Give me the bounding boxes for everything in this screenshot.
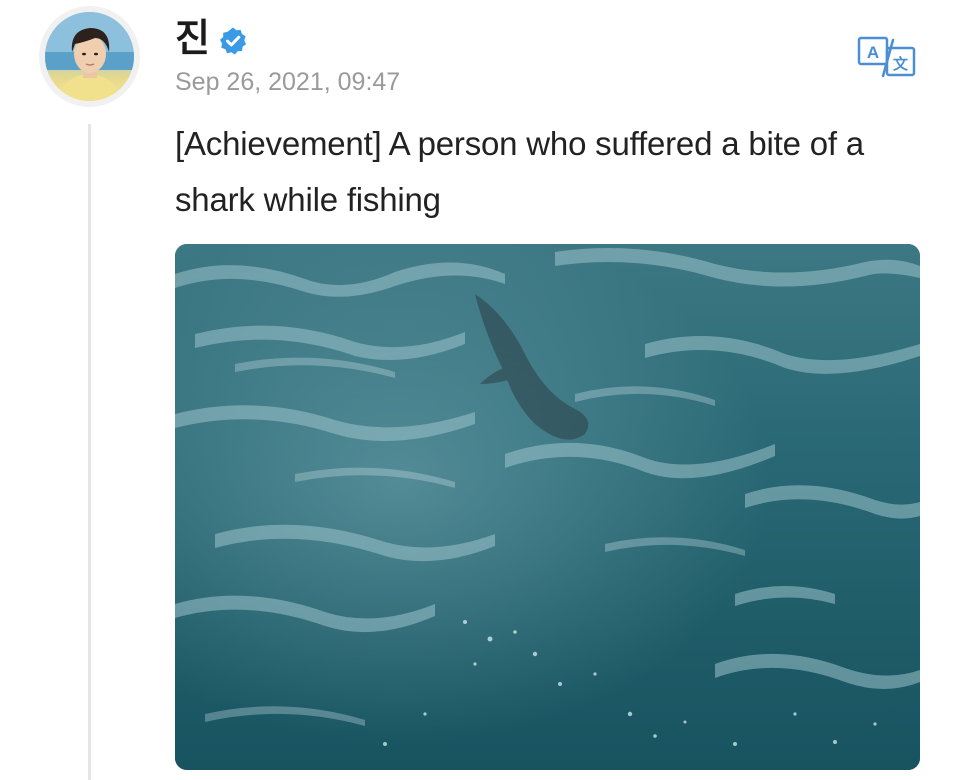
post-body-text: [Achievement] A person who suffered a bi… xyxy=(175,125,864,218)
post-card: 진 Sep 26, 2021, 09:47 A 文 [Achievement] … xyxy=(0,0,960,780)
avatar[interactable] xyxy=(39,6,140,107)
author-name[interactable]: 진 xyxy=(175,14,210,62)
verified-badge-icon xyxy=(218,26,248,56)
svg-text:A: A xyxy=(867,43,879,62)
avatar-image xyxy=(45,12,134,101)
svg-text:文: 文 xyxy=(893,55,909,73)
post-video-thumbnail[interactable] xyxy=(175,244,920,770)
translate-icon[interactable]: A 文 xyxy=(857,36,917,78)
thread-line xyxy=(88,124,91,780)
post-timestamp: Sep 26, 2021, 09:47 xyxy=(175,68,401,96)
